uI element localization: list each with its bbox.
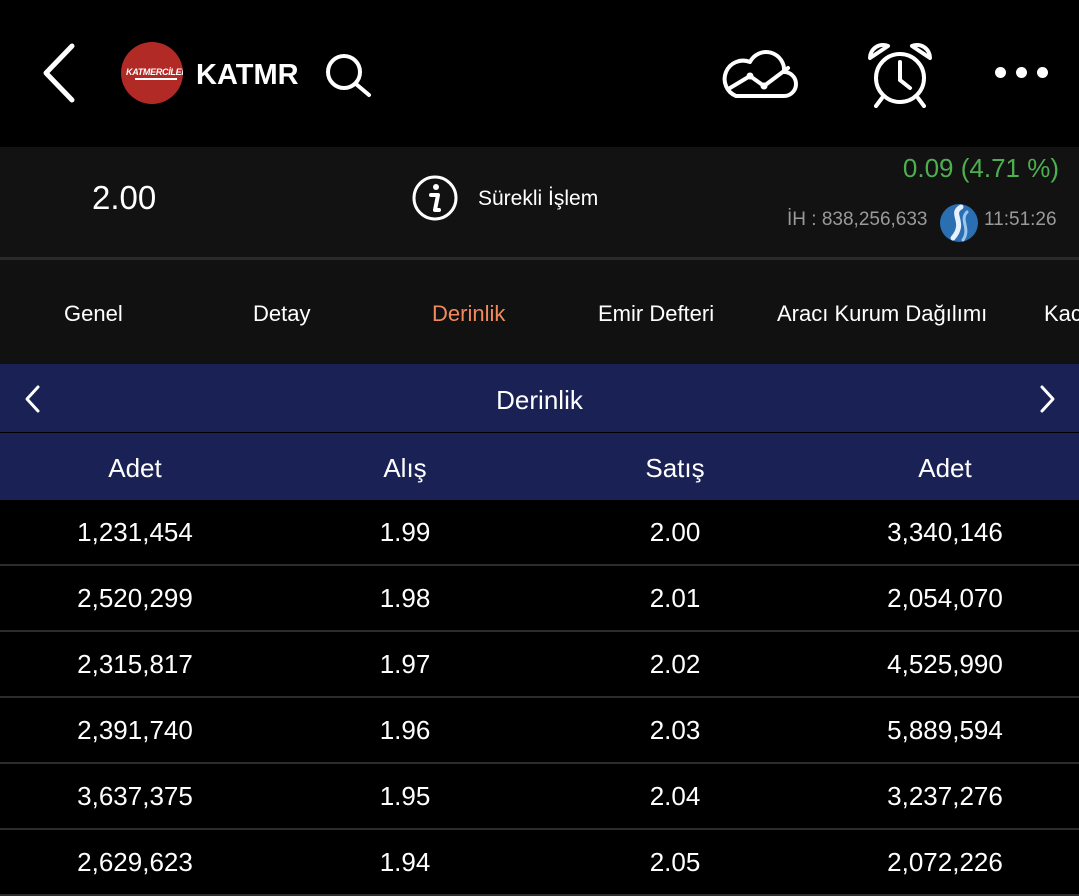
logo-text: KATMERCİLER [126,67,183,77]
table-row[interactable]: 1,231,454 1.99 2.00 3,340,146 [0,500,1079,566]
more-button[interactable] [990,62,1060,84]
trade-volume: İH : 838,256,633 [787,209,928,230]
column-header: Alış [383,453,427,483]
ask-price: 2.00 [649,517,701,547]
stock-symbol: KATMR [196,59,299,91]
ask-price: 2.03 [649,715,701,745]
table-header: Adet Alış Satış Adet [0,433,1079,500]
logo-line [135,78,177,80]
tab-derinlik[interactable]: Derinlik [432,301,505,327]
bid-price: 1.97 [379,649,431,679]
bid-price: 1.95 [379,781,431,811]
tab-kac[interactable]: Kac [1044,301,1079,327]
bid-quantity: 2,520,299 [77,583,193,613]
bid-price: 1.99 [379,517,431,547]
info-button[interactable] [411,174,459,222]
bid-quantity: 2,391,740 [77,715,193,745]
app-header: KATMERCİLER KATMR [0,0,1079,147]
ask-quantity: 2,072,226 [887,847,1003,877]
session-status: Sürekli İşlem [478,187,599,210]
next-button[interactable] [1032,382,1062,416]
alarm-clock-icon [868,43,932,108]
brand-icon [939,202,979,244]
search-icon [326,54,371,97]
quote-time: 11:51:26 [984,209,1057,230]
table-row[interactable]: 2,315,817 1.97 2.02 4,525,990 [0,632,1079,698]
back-button[interactable] [36,42,86,104]
depth-title: Derinlik [496,385,583,415]
last-price: 2.00 [92,179,157,216]
tab-araci-kurum-dagilimi[interactable]: Aracı Kurum Dağılımı [777,301,987,327]
bid-quantity: 3,637,375 [77,781,193,811]
ask-quantity: 3,237,276 [887,781,1003,811]
bid-quantity: 2,629,623 [77,847,193,877]
tab-detay[interactable]: Detay [253,301,310,327]
ask-price: 2.02 [649,649,701,679]
ask-price: 2.04 [649,781,701,811]
price-change: 0.09 (4.71 %) [902,153,1059,183]
cloud-chart-icon [722,50,798,98]
bid-quantity: 2,315,817 [77,649,193,679]
ask-quantity: 4,525,990 [887,649,1003,679]
column-header: Adet [108,453,162,483]
table-row[interactable]: 2,629,623 1.94 2.05 2,072,226 [0,830,1079,896]
tab-emir-defteri[interactable]: Emir Defteri [598,301,714,327]
depth-header: Derinlik [0,364,1079,432]
chevron-right-icon [1040,385,1055,413]
search-button[interactable] [322,52,374,98]
cloud-chart-button[interactable] [722,48,798,100]
bid-price: 1.94 [379,847,431,877]
ask-price: 2.01 [649,583,701,613]
bid-price: 1.98 [379,583,431,613]
alarm-button[interactable] [864,40,936,108]
company-logo: KATMERCİLER [121,42,183,104]
ask-quantity: 5,889,594 [887,715,1003,745]
bid-quantity: 1,231,454 [77,517,193,547]
tab-bar: Genel Detay Derinlik Emir Defteri Aracı … [0,260,1079,364]
tab-genel[interactable]: Genel [64,301,123,327]
bid-price: 1.96 [379,715,431,745]
info-icon [412,175,458,221]
table-row[interactable]: 2,520,299 1.98 2.01 2,054,070 [0,566,1079,632]
table-row[interactable]: 3,637,375 1.95 2.04 3,237,276 [0,764,1079,830]
back-arrow-icon [43,43,75,103]
table-row[interactable]: 2,391,740 1.96 2.03 5,889,594 [0,698,1079,764]
depth-table: 1,231,454 1.99 2.00 3,340,146 2,520,299 … [0,500,1079,896]
ask-price: 2.05 [649,847,701,877]
column-header: Adet [918,453,972,483]
ask-quantity: 3,340,146 [887,517,1003,547]
column-header: Satış [645,453,705,483]
ask-quantity: 2,054,070 [887,583,1003,613]
